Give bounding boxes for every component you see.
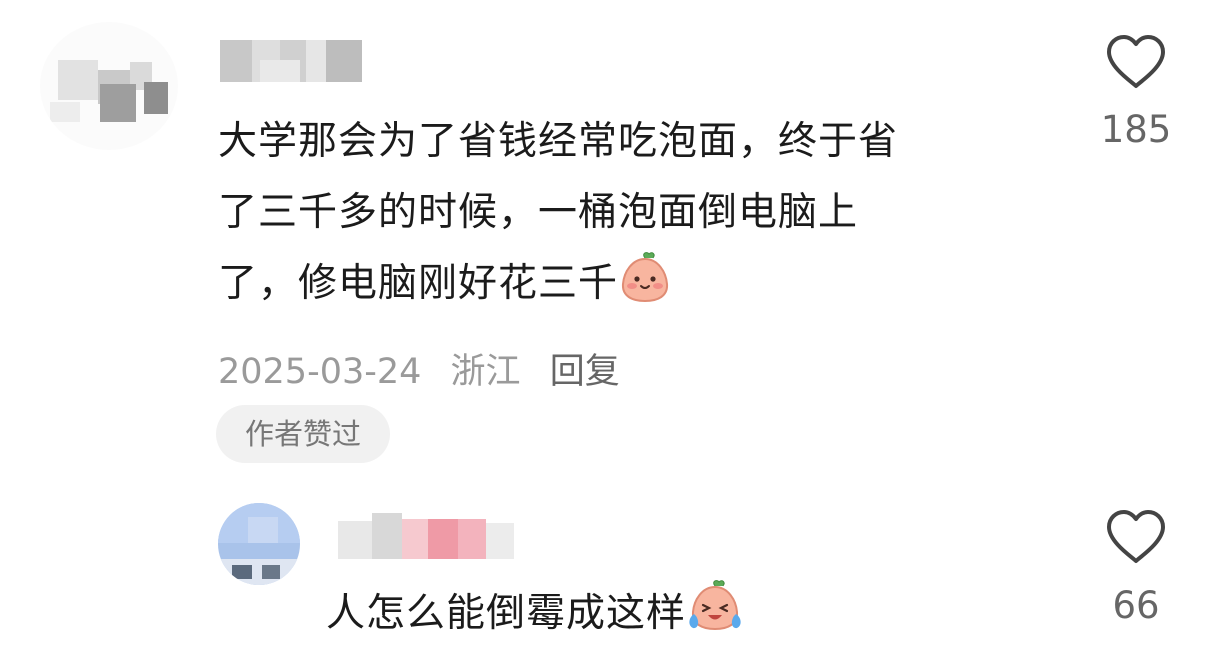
comment-line: 了三千多的时候，一桶泡面倒电脑上	[218, 190, 859, 235]
comment-line: 大学那会为了省钱经常吃泡面，终于省	[218, 119, 899, 164]
crying-laughing-peach-emoji-icon	[686, 578, 744, 657]
avatar[interactable]	[40, 22, 178, 150]
comment-line-text: 了，修电脑刚好花三千	[218, 261, 619, 306]
comment-line: 了，修电脑刚好花三千	[218, 248, 1048, 327]
reply-button[interactable]: 回复	[550, 352, 620, 392]
blush-peach-emoji-icon	[618, 250, 672, 327]
author-liked-badge: 作者赞过	[216, 405, 390, 463]
reply-avatar[interactable]	[218, 503, 300, 585]
like-count: 185	[1100, 108, 1172, 151]
reply-username-blurred[interactable]	[338, 513, 528, 565]
comment-location: 浙江	[450, 352, 521, 392]
comment-meta: 2025-03-24 浙江 回复	[218, 343, 638, 394]
heart-icon[interactable]	[1105, 34, 1167, 90]
reply-text: 人怎么能倒霉成这样	[326, 578, 744, 657]
comment-date: 2025-03-24	[218, 352, 422, 392]
comment-text: 大学那会为了省钱经常吃泡面，终于省 了三千多的时候，一桶泡面倒电脑上 了，修电脑…	[218, 106, 1048, 327]
heart-icon[interactable]	[1105, 509, 1167, 565]
reply-text-content: 人怎么能倒霉成这样	[326, 591, 687, 636]
username-blurred[interactable]	[220, 40, 362, 82]
like-count: 66	[1112, 584, 1160, 627]
